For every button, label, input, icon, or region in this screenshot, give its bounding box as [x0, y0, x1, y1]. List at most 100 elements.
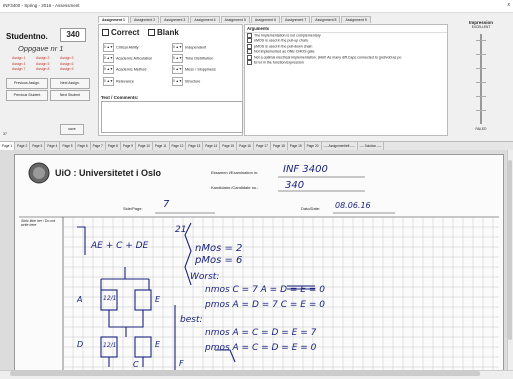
argument-label: nMOS is used in the pull-up chain — [254, 38, 308, 43]
assign-link[interactable]: Assign 9 — [60, 67, 84, 72]
university-name: UiO : Universitetet i Oslo — [55, 168, 162, 178]
tab-assignment-3[interactable]: Assignment 3 — [160, 16, 190, 23]
tab-page[interactable]: Page 13 — [186, 142, 204, 150]
date-value: 08.06.16 — [335, 201, 371, 210]
student-number-field[interactable]: 340 — [60, 28, 86, 42]
tab-assignment-2[interactable]: Assignment 2 — [129, 16, 160, 23]
next-assign-button[interactable]: Next Assign. — [50, 78, 90, 89]
score-spinner[interactable]: 0 ▲▼ — [172, 54, 183, 63]
tab-page[interactable]: Page 8 — [106, 142, 121, 150]
previous-assign-button[interactable]: Previous Assign. — [6, 78, 48, 89]
tab-page[interactable]: Page 17 — [254, 142, 271, 150]
tab-assignment-5[interactable]: Assignment 5 — [220, 16, 250, 23]
tab-page[interactable]: Page 16 — [237, 142, 254, 150]
score-spinner[interactable]: 0 ▲▼ — [103, 77, 114, 86]
criterion-label: Time Distribution — [185, 56, 214, 61]
tab-page[interactable]: Page 12 — [170, 142, 187, 150]
criterion-label: Academic Articulation — [116, 56, 153, 61]
hand-label-f: F — [179, 359, 184, 368]
exam-label: Eksamen i/Examination in: — [211, 170, 259, 175]
tab-assignment-9[interactable]: Assignment 9 — [341, 16, 371, 23]
tab-page[interactable]: Page 11 — [153, 142, 170, 150]
tab-assignment-7[interactable]: Assignment 7 — [281, 16, 311, 23]
horizontal-scroll-thumb[interactable] — [10, 371, 480, 376]
tab-solution[interactable]: ---- Solution ---- — [358, 142, 385, 150]
previous-student-button[interactable]: Previous Student — [6, 90, 48, 101]
argument-label: Not implemented as ONE CMOS gate — [254, 49, 315, 54]
blank-label: Blank — [157, 28, 179, 37]
assign-link[interactable]: Assign 8 — [36, 67, 60, 72]
score-spinner[interactable]: 0 ▲▼ — [103, 65, 114, 74]
assign-link[interactable]: Assign 2 — [36, 56, 60, 61]
tab-page[interactable]: Page 6 — [76, 142, 91, 150]
checkbox-box[interactable] — [247, 54, 252, 60]
next-student-button[interactable]: Next Student — [50, 90, 90, 101]
blank-checkbox[interactable]: Blank — [148, 28, 179, 37]
argument-label: The implementation is not complementary — [254, 33, 321, 38]
hand-expression: AE + C + DE — [91, 241, 149, 251]
assign-link[interactable]: Assign 5 — [36, 62, 60, 67]
argument-item[interactable]: Error in the function/expression — [245, 60, 447, 66]
criterion-label: Structure — [185, 79, 201, 84]
save-button[interactable]: save — [60, 124, 84, 135]
hand-label-a: A — [77, 295, 83, 304]
title-bar: INF3400 - Spring - 2016 - Assessment x — [0, 0, 513, 13]
correct-checkbox[interactable]: Correct — [102, 28, 139, 37]
checkbox-box[interactable] — [102, 29, 109, 37]
slider-tick — [476, 68, 486, 69]
candidate-label: Kandidatnr./Candidate no.: — [211, 185, 259, 190]
scanned-exam-page: UiO : Universitetet i Oslo Eksamen i/Exa… — [14, 154, 504, 372]
tab-page[interactable]: Page 19 — [288, 142, 305, 150]
checkbox-box[interactable] — [247, 43, 252, 49]
page-label: Side/Page: — [123, 206, 143, 211]
impression-bottom-label: FAILED — [475, 127, 487, 131]
checkbox-box[interactable] — [247, 60, 252, 66]
argument-label: Not a optimal electrical implementation.… — [254, 55, 402, 60]
close-icon[interactable]: x — [508, 2, 511, 8]
window-title: INF3400 - Spring - 2016 - Assessment — [3, 3, 80, 8]
tab-assignment-8[interactable]: Assignment 8 — [311, 16, 341, 23]
hand-best-nmos: nmos A = C = D = E = 7 — [205, 328, 317, 338]
tab-page[interactable]: Page 1 — [0, 142, 16, 150]
argument-label: Error in the function/expression — [254, 60, 304, 65]
score-spinner[interactable]: 0 ▲▼ — [103, 54, 114, 63]
checkbox-box[interactable] — [247, 38, 252, 44]
tab-assignment-4[interactable]: Assignment 4 — [190, 16, 220, 23]
tab-page[interactable]: Page 14 — [203, 142, 221, 150]
tab-page[interactable]: Page 4 — [45, 142, 61, 150]
tab-page[interactable]: Page 10 — [136, 142, 153, 150]
score-spinner[interactable]: 0 ▲▼ — [172, 77, 183, 86]
assign-link[interactable]: Assign 7 — [12, 67, 36, 72]
criterion-critical-ability: 0 ▲▼ Critical Ability — [103, 43, 139, 52]
comments-label: Text / Comments: — [101, 95, 139, 100]
checkbox-box[interactable] — [247, 49, 252, 55]
tab-page[interactable]: Page 5 — [60, 142, 76, 150]
status-number: 37 — [3, 132, 7, 136]
page-value: 7 — [163, 199, 170, 210]
correct-label: Correct — [111, 28, 140, 37]
assign-link[interactable]: Assign 1 — [12, 56, 36, 61]
tab-page[interactable]: Page 7 — [91, 142, 106, 150]
tab-assignment-1[interactable]: Assignment 1 — [98, 16, 129, 23]
assign-link[interactable]: Assign 3 — [60, 56, 84, 61]
assign-links: Assign 1 Assign 2 Assign 3 Assign 4 Assign … — [12, 55, 92, 72]
tab-page[interactable]: Page 18 — [271, 142, 288, 150]
tab-page[interactable]: Page 3 — [30, 142, 46, 150]
criterion-label: Critical Ability — [116, 45, 139, 50]
comments-textarea[interactable] — [101, 101, 243, 133]
assign-link[interactable]: Assign 4 — [12, 62, 36, 67]
checkbox-box[interactable] — [247, 33, 252, 38]
tab-page[interactable]: Page 9 — [121, 142, 136, 150]
vertical-scroll-thumb[interactable] — [508, 160, 512, 340]
score-spinner[interactable]: 0 ▲▼ — [172, 65, 183, 74]
checkbox-box[interactable] — [148, 29, 155, 37]
tab-assignment-6[interactable]: Assignment 6 — [250, 16, 281, 23]
criterion-structure: 0 ▲▼ Structure — [172, 77, 200, 86]
tab-assignmentleft[interactable]: ---- Assignmentleft ---- — [322, 142, 358, 150]
tab-page[interactable]: Page 15 — [220, 142, 238, 150]
score-spinner[interactable]: 0 ▲▼ — [103, 43, 114, 52]
tab-page[interactable]: Page 2 — [15, 142, 31, 150]
score-spinner[interactable]: 0 ▲▼ — [172, 43, 183, 52]
assign-link[interactable]: Assign 6 — [60, 62, 84, 67]
tab-page[interactable]: Page 20 — [305, 142, 322, 150]
